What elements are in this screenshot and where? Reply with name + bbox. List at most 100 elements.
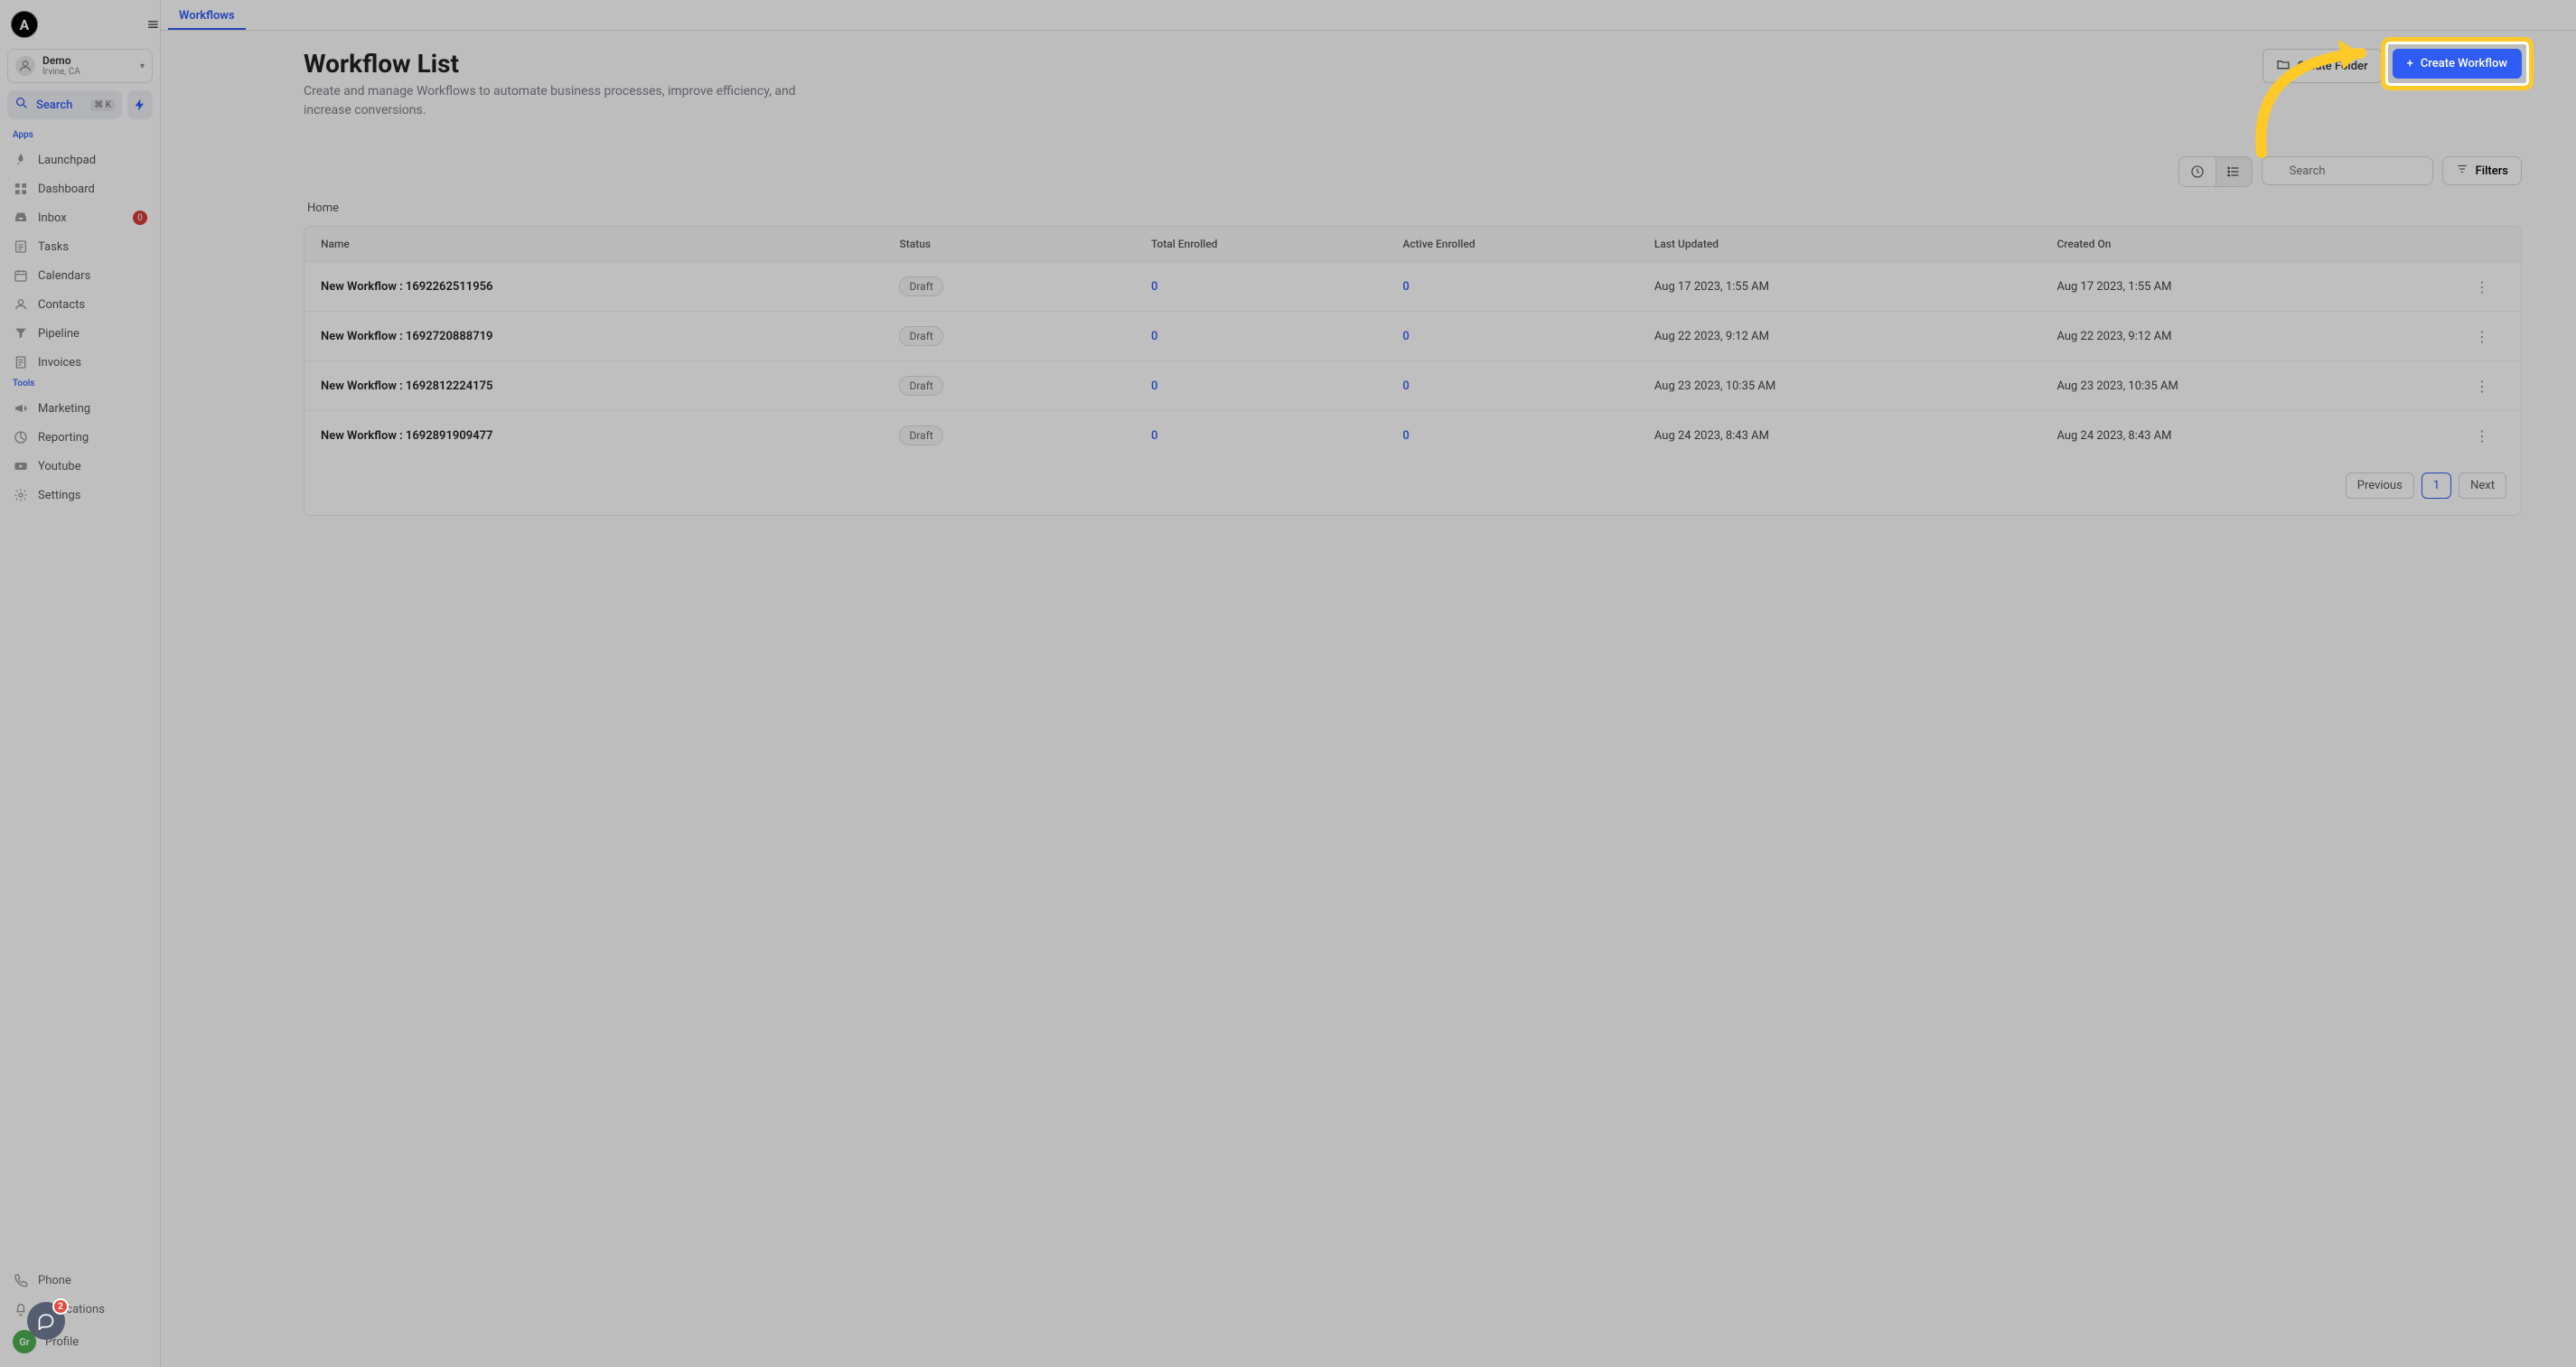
status-badge: Draft — [899, 326, 942, 346]
section-tools-label: Tools — [7, 377, 153, 394]
sidebar-item-tasks[interactable]: Tasks — [7, 232, 153, 261]
last-updated: Aug 24 2023, 8:43 AM — [1654, 429, 2057, 443]
page-subtitle: Create and manage Workflows to automate … — [304, 82, 828, 120]
pagination-prev[interactable]: Previous — [2346, 473, 2414, 499]
status-badge: Draft — [899, 276, 942, 296]
bell-icon — [13, 1301, 29, 1317]
tab-workflows[interactable]: Workflows — [168, 2, 246, 30]
total-enrolled[interactable]: 0 — [1151, 280, 1402, 294]
folder-icon — [2276, 57, 2290, 75]
workflow-name: New Workflow : 1692812224175 — [321, 379, 899, 393]
sidebar-search-label: Search — [36, 98, 83, 112]
sidebar-item-launchpad[interactable]: Launchpad — [7, 145, 153, 174]
total-enrolled[interactable]: 0 — [1151, 379, 1402, 393]
sidebar-item-calendars[interactable]: Calendars — [7, 261, 153, 290]
workflow-name: New Workflow : 1692720888719 — [321, 330, 899, 343]
sidebar-item-invoices[interactable]: Invoices — [7, 348, 153, 377]
total-enrolled[interactable]: 0 — [1151, 429, 1402, 443]
row-actions-icon[interactable]: ⋮ — [2459, 378, 2505, 395]
phone-icon — [13, 1272, 29, 1288]
sidebar-item-phone[interactable]: Phone — [7, 1266, 153, 1295]
workflow-search-input[interactable] — [2262, 156, 2433, 185]
active-enrolled[interactable]: 0 — [1402, 330, 1653, 343]
sidebar-search-shortcut: ⌘ K — [90, 99, 115, 111]
workflow-name: New Workflow : 1692262511956 — [321, 280, 899, 294]
status-badge: Draft — [899, 376, 942, 396]
topbar: Workflows — [161, 0, 2576, 31]
sidebar: A ≡ Demo Irvine, CA ▾ Search ⌘ K — [0, 0, 161, 1367]
last-updated: Aug 22 2023, 9:12 AM — [1654, 330, 2057, 343]
last-updated: Aug 17 2023, 1:55 AM — [1654, 280, 2057, 294]
checklist-icon — [13, 239, 29, 255]
table-row[interactable]: New Workflow : 1692812224175Draft00Aug 2… — [304, 361, 2521, 411]
quick-action-button[interactable] — [127, 90, 153, 119]
table-row[interactable]: New Workflow : 1692891909477Draft00Aug 2… — [304, 411, 2521, 460]
col-active-enrolled: Active Enrolled — [1402, 238, 1653, 250]
col-status: Status — [899, 238, 1150, 250]
col-created-on: Created On — [2056, 238, 2459, 250]
create-folder-button[interactable]: Create Folder — [2262, 49, 2382, 83]
table-row[interactable]: New Workflow : 1692720888719Draft00Aug 2… — [304, 312, 2521, 361]
sidebar-search[interactable]: Search ⌘ K — [7, 90, 122, 119]
grid-icon — [13, 181, 29, 197]
funnel-icon — [13, 325, 29, 342]
plus-icon: + — [2407, 57, 2413, 70]
user-icon — [15, 56, 35, 76]
account-switcher[interactable]: Demo Irvine, CA ▾ — [7, 49, 153, 83]
chat-widget[interactable]: 2 — [27, 1302, 65, 1340]
calendar-icon — [13, 267, 29, 284]
account-location: Irvine, CA — [42, 67, 133, 77]
pagination-next[interactable]: Next — [2459, 473, 2506, 499]
gear-icon — [13, 487, 29, 503]
total-enrolled[interactable]: 0 — [1151, 330, 1402, 343]
brand-logo[interactable]: A — [11, 11, 38, 38]
last-updated: Aug 23 2023, 10:35 AM — [1654, 379, 2057, 393]
created-on: Aug 24 2023, 8:43 AM — [2056, 429, 2459, 443]
page-title: Workflow List — [304, 49, 828, 79]
view-toggle — [2178, 156, 2253, 187]
youtube-icon — [13, 458, 29, 474]
chart-icon — [13, 429, 29, 445]
breadcrumb[interactable]: Home — [304, 196, 2522, 226]
row-actions-icon[interactable]: ⋮ — [2459, 427, 2505, 445]
contacts-icon — [13, 296, 29, 313]
document-icon — [13, 354, 29, 370]
chat-count-badge: 2 — [52, 1298, 69, 1315]
section-apps-label: Apps — [7, 128, 153, 145]
inbox-icon — [13, 210, 29, 226]
table-row[interactable]: New Workflow : 1692262511956Draft00Aug 1… — [304, 262, 2521, 312]
megaphone-icon — [13, 400, 29, 417]
inbox-count-badge: 0 — [133, 211, 147, 225]
sidebar-collapse-icon[interactable]: ≡ — [147, 15, 159, 34]
view-list-button[interactable] — [2215, 157, 2252, 186]
col-last-updated: Last Updated — [1654, 238, 2057, 250]
sidebar-item-contacts[interactable]: Contacts — [7, 290, 153, 319]
sidebar-item-inbox[interactable]: Inbox 0 — [7, 203, 153, 232]
view-recent-button[interactable] — [2179, 157, 2215, 186]
account-name: Demo — [42, 55, 133, 67]
create-workflow-button[interactable]: + Create Workflow — [2393, 49, 2522, 79]
created-on: Aug 17 2023, 1:55 AM — [2056, 280, 2459, 294]
sidebar-item-dashboard[interactable]: Dashboard — [7, 174, 153, 203]
workflow-table: Name Status Total Enrolled Active Enroll… — [304, 226, 2522, 516]
status-badge: Draft — [899, 426, 942, 445]
filters-button[interactable]: Filters — [2442, 156, 2522, 185]
active-enrolled[interactable]: 0 — [1402, 379, 1653, 393]
rocket-icon — [13, 152, 29, 168]
sidebar-item-reporting[interactable]: Reporting — [7, 423, 153, 452]
workflow-name: New Workflow : 1692891909477 — [321, 429, 899, 443]
col-total-enrolled: Total Enrolled — [1151, 238, 1402, 250]
pagination-page-1[interactable]: 1 — [2421, 473, 2451, 499]
sidebar-item-marketing[interactable]: Marketing — [7, 394, 153, 423]
row-actions-icon[interactable]: ⋮ — [2459, 328, 2505, 345]
sidebar-item-pipeline[interactable]: Pipeline — [7, 319, 153, 348]
row-actions-icon[interactable]: ⋮ — [2459, 278, 2505, 295]
col-name: Name — [321, 238, 899, 250]
search-icon — [14, 96, 29, 114]
active-enrolled[interactable]: 0 — [1402, 429, 1653, 443]
sidebar-item-youtube[interactable]: Youtube — [7, 452, 153, 481]
created-on: Aug 22 2023, 9:12 AM — [2056, 330, 2459, 343]
active-enrolled[interactable]: 0 — [1402, 280, 1653, 294]
filter-icon — [2456, 163, 2468, 179]
sidebar-item-settings[interactable]: Settings — [7, 481, 153, 510]
